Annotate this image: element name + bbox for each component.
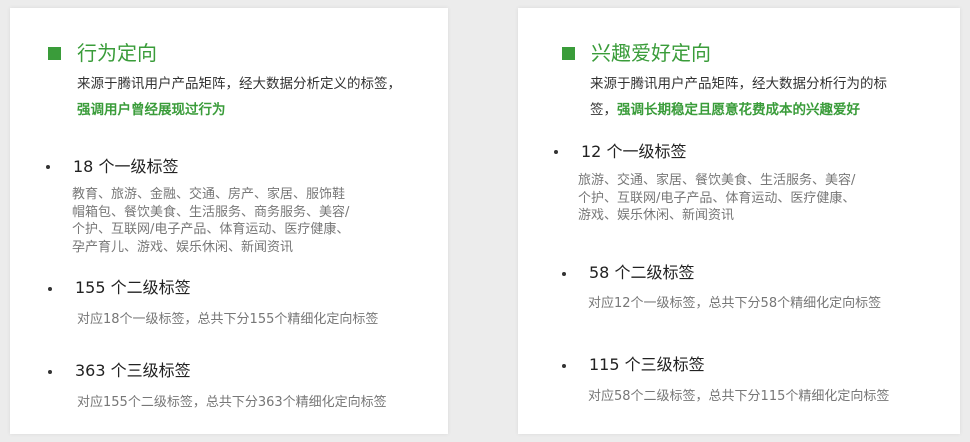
bullet-icon bbox=[46, 165, 50, 169]
description-line: 来源于腾讯用户产品矩阵，经大数据分析定义的标签， bbox=[77, 76, 401, 92]
tag-list-line: 游戏、娱乐休闲、新闻资讯 bbox=[578, 208, 735, 223]
interest-targeting-card: 兴趣爱好定向 来源于腾讯用户产品矩阵，经大数据分析行为的标 签，强调长期稳定且愿… bbox=[518, 8, 960, 434]
card-description: 来源于腾讯用户产品矩阵，经大数据分析定义的标签， 强调用户曾经展现过行为 bbox=[77, 71, 401, 123]
card-description: 来源于腾讯用户产品矩阵，经大数据分析行为的标 签，强调长期稳定且愿意花费成本的兴… bbox=[590, 71, 887, 123]
bullet-icon bbox=[562, 364, 566, 368]
green-square-icon bbox=[48, 46, 61, 60]
card-heading: 行为定向 bbox=[48, 41, 157, 65]
tag-list-line: 个护、互联网/电子产品、体育运动、医疗健康、 bbox=[578, 190, 856, 206]
tag-count-label: 18 个一级标签 bbox=[73, 157, 179, 176]
tag-list-line: 孕产育儿、游戏、娱乐休闲、新闻资讯 bbox=[72, 239, 294, 255]
description-emphasis: 强调用户曾经展现过行为 bbox=[77, 102, 226, 118]
bullet-icon bbox=[48, 370, 52, 374]
card-title: 行为定向 bbox=[77, 41, 157, 65]
card-title: 兴趣爱好定向 bbox=[591, 41, 711, 65]
description-line: 来源于腾讯用户产品矩阵，经大数据分析行为的标 bbox=[590, 76, 887, 92]
tag-list-line: 个护、互联网/电子产品、体育运动、医疗健康、 bbox=[72, 222, 350, 237]
bullet-icon bbox=[48, 287, 52, 291]
tag-list: 教育、旅游、金融、交通、房产、家居、服饰鞋 帽箱包、餐饮美食、生活服务、商务服务… bbox=[72, 186, 349, 256]
description-prefix: 签， bbox=[590, 102, 617, 118]
tag-summary: 对应155个二级标签，总共下分363个精细化定向标签 bbox=[77, 395, 387, 410]
tag-list-line: 教育、旅游、金融、交通、房产、家居、服饰鞋 bbox=[72, 187, 346, 202]
description-line: 签，强调长期稳定且愿意花费成本的兴趣爱好 bbox=[590, 97, 887, 123]
tag-summary: 对应18个一级标签，总共下分155个精细化定向标签 bbox=[77, 312, 379, 327]
tag-count-label: 115 个三级标签 bbox=[589, 355, 705, 374]
tag-count-label: 155 个二级标签 bbox=[75, 278, 191, 297]
description-emphasis: 强调长期稳定且愿意花费成本的兴趣爱好 bbox=[617, 102, 860, 118]
tag-summary: 对应58个二级标签，总共下分115个精细化定向标签 bbox=[588, 389, 890, 404]
green-square-icon bbox=[562, 46, 575, 60]
tag-summary: 对应12个一级标签，总共下分58个精细化定向标签 bbox=[588, 296, 882, 311]
tag-count-label: 363 个三级标签 bbox=[75, 361, 191, 380]
card-heading: 兴趣爱好定向 bbox=[562, 41, 711, 65]
tag-list-line: 旅游、交通、家居、餐饮美食、生活服务、美容/ bbox=[578, 173, 856, 188]
tag-list-line: 帽箱包、餐饮美食、生活服务、商务服务、美容/ bbox=[72, 204, 350, 220]
tag-count-label: 12 个一级标签 bbox=[581, 142, 687, 161]
bullet-icon bbox=[554, 150, 558, 154]
tag-count-label: 58 个二级标签 bbox=[589, 263, 695, 282]
bullet-icon bbox=[562, 272, 566, 276]
tag-list: 旅游、交通、家居、餐饮美食、生活服务、美容/ 个护、互联网/电子产品、体育运动、… bbox=[578, 172, 855, 225]
behavior-targeting-card: 行为定向 来源于腾讯用户产品矩阵，经大数据分析定义的标签， 强调用户曾经展现过行… bbox=[10, 8, 448, 434]
